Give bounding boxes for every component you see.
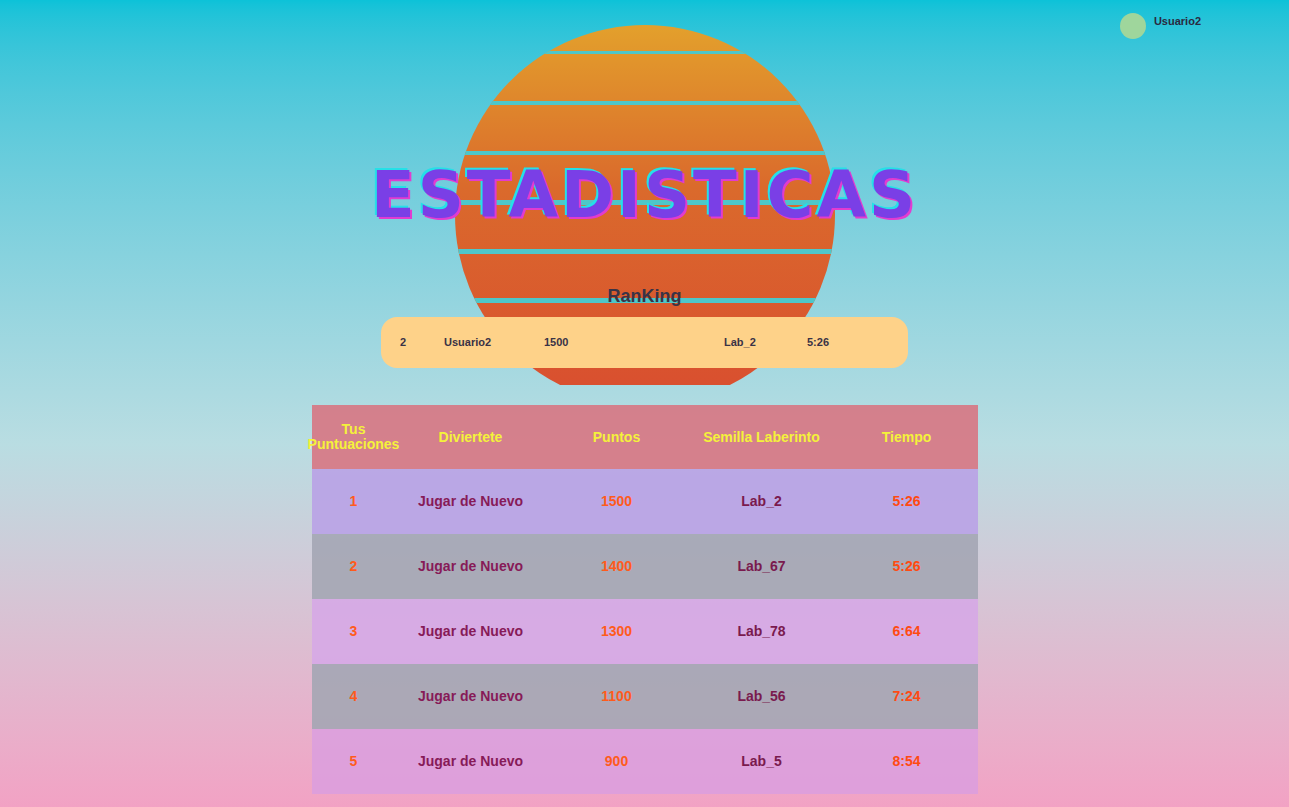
table-cell: 1300	[546, 599, 688, 664]
page-title: ESTADISTICAS	[371, 158, 918, 232]
column-label: Puntos	[593, 430, 640, 445]
table-cell: Lab_2	[688, 469, 836, 534]
time: 6:64	[892, 621, 920, 642]
points: 1500	[601, 491, 632, 512]
table-cell: Jugar de Nuevo	[396, 469, 546, 534]
table-cell: 7:24	[836, 664, 978, 729]
maze-seed: Lab_78	[737, 621, 785, 642]
rank: 1	[350, 491, 358, 512]
table-cell: 2	[312, 534, 396, 599]
table-cell: 900	[546, 729, 688, 794]
table-row: 5 Jugar de Nuevo 900 Lab_5 8:54	[312, 729, 978, 794]
user-menu[interactable]: Usuario2	[1120, 13, 1201, 39]
column-header: Semilla Laberinto	[688, 405, 836, 469]
table-cell: Lab_67	[688, 534, 836, 599]
maze-seed: Lab_5	[741, 751, 781, 772]
ranking-points: 1500	[544, 334, 724, 351]
table-cell: Jugar de Nuevo	[396, 599, 546, 664]
play-again-link[interactable]: Jugar de Nuevo	[418, 751, 523, 772]
table-cell: Jugar de Nuevo	[396, 534, 546, 599]
maze-seed: Lab_2	[741, 491, 781, 512]
points: 1300	[601, 621, 632, 642]
column-label: Diviertete	[439, 430, 503, 445]
column-header: Diviertete	[396, 405, 546, 469]
points: 1400	[601, 556, 632, 577]
time: 5:26	[892, 556, 920, 577]
ranking-user: Usuario2	[444, 334, 544, 351]
table-cell: Lab_56	[688, 664, 836, 729]
play-again-link[interactable]: Jugar de Nuevo	[418, 556, 523, 577]
table-header: Tus Puntuaciones Diviertete Puntos Semilla …	[312, 405, 978, 469]
play-again-link[interactable]: Jugar de Nuevo	[418, 686, 523, 707]
time: 8:54	[892, 751, 920, 772]
ranking-position: 2	[400, 334, 444, 351]
points: 900	[605, 751, 628, 772]
table-cell: 6:64	[836, 599, 978, 664]
ranking-seed: Lab_2	[724, 334, 807, 351]
table-cell: 5	[312, 729, 396, 794]
rank: 5	[350, 751, 358, 772]
column-header: Tiempo	[836, 405, 978, 469]
maze-seed: Lab_67	[737, 556, 785, 577]
ranking-label: RanKing	[608, 284, 682, 308]
table-row: 4 Jugar de Nuevo 1100 Lab_56 7:24	[312, 664, 978, 729]
column-label: Tus Puntuaciones	[308, 422, 400, 452]
table-cell: Jugar de Nuevo	[396, 729, 546, 794]
table-cell: 5:26	[836, 469, 978, 534]
table-cell: Lab_78	[688, 599, 836, 664]
ranking-time: 5:26	[807, 334, 867, 351]
table-cell: 5:26	[836, 534, 978, 599]
column-header: Puntos	[546, 405, 688, 469]
ranking-row: 2Usuario21500Lab_25:26	[381, 317, 908, 368]
points: 1100	[601, 686, 631, 707]
table-row: 1 Jugar de Nuevo 1500 Lab_2 5:26	[312, 469, 978, 534]
table-cell: 4	[312, 664, 396, 729]
table-cell: 8:54	[836, 729, 978, 794]
rank: 4	[350, 686, 358, 707]
scores-table: Tus Puntuaciones Diviertete Puntos Semilla …	[312, 405, 978, 794]
rank: 3	[350, 621, 358, 642]
table-row: 2 Jugar de Nuevo 1400 Lab_67 5:26	[312, 534, 978, 599]
maze-seed: Lab_56	[737, 686, 785, 707]
column-label: Semilla Laberinto	[703, 430, 820, 445]
table-row: 3 Jugar de Nuevo 1300 Lab_78 6:64	[312, 599, 978, 664]
avatar-icon[interactable]	[1120, 13, 1146, 39]
table-cell: Jugar de Nuevo	[396, 664, 546, 729]
time: 7:24	[892, 686, 920, 707]
table-cell: 1100	[546, 664, 688, 729]
table-cell: 1	[312, 469, 396, 534]
user-name[interactable]: Usuario2	[1154, 13, 1201, 28]
rank: 2	[350, 556, 358, 577]
table-cell: Lab_5	[688, 729, 836, 794]
play-again-link[interactable]: Jugar de Nuevo	[418, 491, 523, 512]
column-header: Tus Puntuaciones	[312, 405, 396, 469]
column-label: Tiempo	[882, 430, 932, 445]
play-again-link[interactable]: Jugar de Nuevo	[418, 621, 523, 642]
table-cell: 1500	[546, 469, 688, 534]
table-cell: 1400	[546, 534, 688, 599]
table-cell: 3	[312, 599, 396, 664]
time: 5:26	[892, 491, 920, 512]
